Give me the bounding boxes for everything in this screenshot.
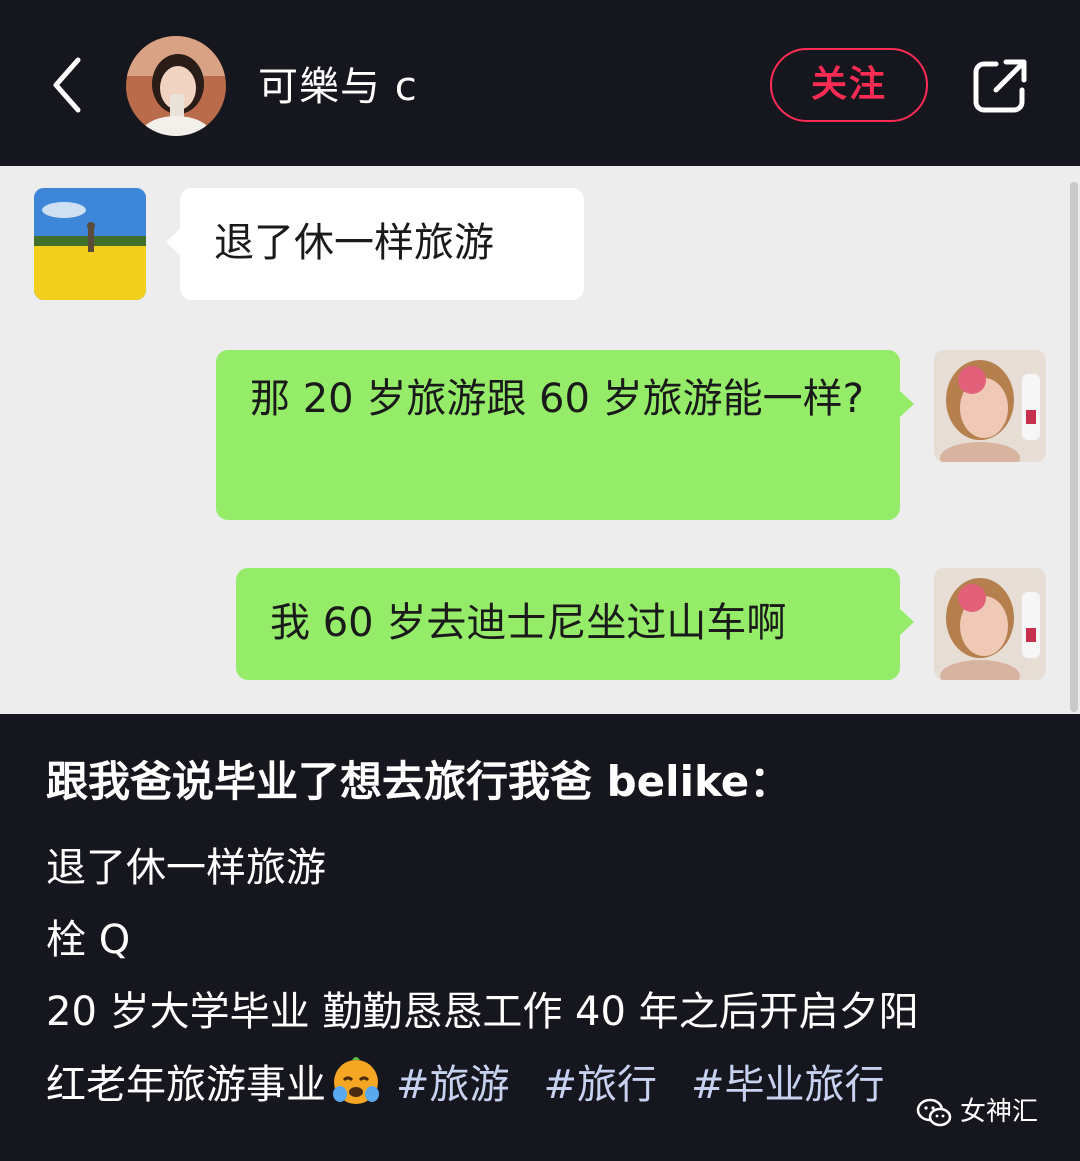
self-avatar xyxy=(934,568,1046,680)
share-icon xyxy=(973,59,1027,113)
caption-line-with-tags: 红老年旅游事业 #旅游 #旅行 #毕业旅行 xyxy=(46,1054,885,1115)
caption-line: 栓 Q xyxy=(46,917,131,963)
chat-screenshot: 退了休一样旅游 那 20 岁旅游跟 60 岁旅游能一样? 我 60 岁去迪士尼坐… xyxy=(0,166,1080,714)
message-text: 退了休一样旅游 xyxy=(214,220,494,266)
bubble-tail xyxy=(899,390,914,418)
watermark-text: 女神汇 xyxy=(960,1097,1039,1127)
caption-line: 红老年旅游事业 xyxy=(46,1062,326,1108)
hashtag-link[interactable]: #旅游 xyxy=(396,1062,510,1108)
message-text: 我 60 岁去迪士尼坐过山车啊 xyxy=(270,600,787,646)
top-bar: 可樂与 c 关注 xyxy=(0,0,1080,166)
bubble-tail xyxy=(899,608,914,636)
sender-avatar-image xyxy=(34,188,146,300)
user-avatar[interactable] xyxy=(126,36,226,136)
sender-avatar xyxy=(34,188,146,300)
user-avatar-image xyxy=(126,36,226,136)
caption-line: 退了休一样旅游 xyxy=(46,845,326,891)
message-bubble-sent: 那 20 岁旅游跟 60 岁旅游能一样? xyxy=(216,350,914,520)
crying-face-emoji xyxy=(333,1057,379,1104)
username[interactable]: 可樂与 c xyxy=(258,62,418,112)
self-avatar-image xyxy=(934,350,1046,462)
post-title: 跟我爸说毕业了想去旅行我爸 belike： xyxy=(46,757,792,806)
back-button[interactable] xyxy=(44,52,94,118)
follow-button[interactable]: 关注 xyxy=(770,48,928,122)
message-bubble-received: 退了休一样旅游 xyxy=(166,188,584,300)
self-avatar xyxy=(934,350,1046,462)
bubble-tail xyxy=(166,228,181,256)
scrollbar[interactable] xyxy=(1070,182,1078,712)
self-avatar-image xyxy=(934,568,1046,680)
back-chevron-icon xyxy=(53,57,81,113)
message-bubble-sent: 我 60 岁去迪士尼坐过山车啊 xyxy=(236,568,914,680)
message-text: 那 20 岁旅游跟 60 岁旅游能一样? xyxy=(250,376,864,422)
caption-line: 20 岁大学毕业 勤勤恳恳工作 40 年之后开启夕阳 xyxy=(46,989,919,1035)
hashtag-link[interactable]: #毕业旅行 xyxy=(691,1062,885,1108)
watermark: 女神汇 xyxy=(916,1092,1038,1132)
hashtag-link[interactable]: #旅行 xyxy=(544,1062,658,1108)
share-button[interactable] xyxy=(970,56,1030,116)
wechat-icon xyxy=(916,1098,952,1127)
